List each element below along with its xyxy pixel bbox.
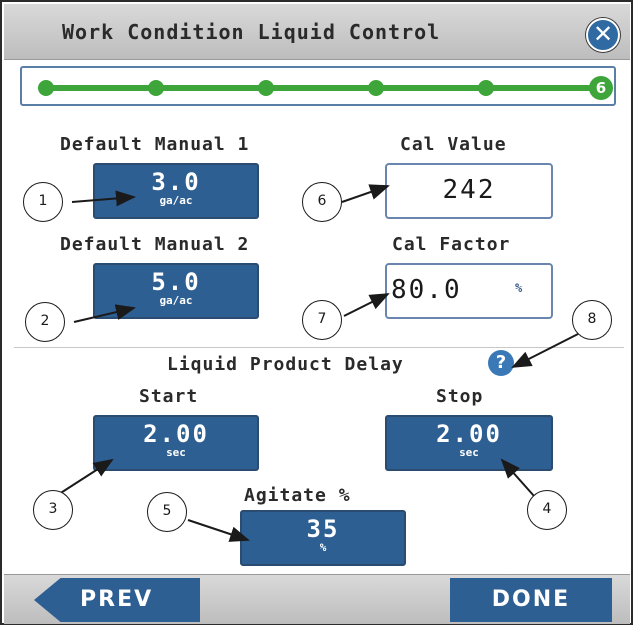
stop-unit: sec — [459, 446, 479, 459]
cal-value-value: 242 — [442, 175, 496, 205]
progress-step-5[interactable] — [478, 80, 494, 96]
title-bar: Work Condition Liquid Control ✕ — [4, 4, 630, 60]
window-title: Work Condition Liquid Control — [62, 20, 441, 44]
start-value: 2.00 — [143, 420, 209, 448]
step-progress-bar: 6 — [20, 66, 616, 106]
start-label: Start — [139, 386, 199, 407]
close-icon: ✕ — [592, 20, 614, 48]
liquid-product-delay-heading: Liquid Product Delay — [167, 354, 404, 375]
progress-step-current[interactable]: 6 — [589, 76, 613, 100]
progress-step-4[interactable] — [368, 80, 384, 96]
section-divider — [14, 347, 624, 348]
cal-factor-label: Cal Factor — [392, 234, 511, 255]
default-manual-1-value: 3.0 — [151, 168, 201, 196]
start-unit: sec — [166, 446, 186, 459]
start-delay-button[interactable]: 2.00 sec — [93, 415, 259, 471]
stop-label: Stop — [436, 386, 484, 407]
done-button[interactable]: DONE — [450, 578, 612, 622]
default-manual-1-button[interactable]: 3.0 ga/ac — [93, 163, 259, 219]
cal-factor-field[interactable]: 80.0 % — [385, 263, 553, 319]
default-manual-2-unit: ga/ac — [159, 294, 193, 307]
prev-button[interactable]: PREV — [34, 578, 200, 622]
default-manual-1-label: Default Manual 1 — [60, 134, 250, 155]
progress-step-1[interactable] — [38, 80, 54, 96]
close-button[interactable]: ✕ — [586, 18, 620, 52]
agitate-unit: % — [319, 541, 327, 554]
default-manual-2-label: Default Manual 2 — [60, 234, 250, 255]
question-icon[interactable]: ? — [488, 350, 514, 376]
cal-value-label: Cal Value — [400, 134, 507, 155]
default-manual-2-value: 5.0 — [151, 268, 201, 296]
dialog-window: Work Condition Liquid Control ✕ 6 Defaul… — [0, 0, 633, 625]
cal-factor-unit: % — [515, 281, 523, 295]
agitate-button[interactable]: 35 % — [240, 510, 406, 566]
footer-bar: PREV DONE — [4, 574, 630, 624]
progress-step-3[interactable] — [258, 80, 274, 96]
callout-4: 4 — [527, 490, 567, 530]
agitate-label: Agitate % — [244, 485, 351, 506]
progress-track — [48, 85, 596, 91]
callout-6: 6 — [302, 182, 342, 222]
callout-5: 5 — [147, 492, 187, 532]
cal-value-field[interactable]: 242 — [385, 163, 553, 219]
callout-1: 1 — [23, 182, 63, 222]
stop-delay-button[interactable]: 2.00 sec — [385, 415, 553, 471]
progress-step-2[interactable] — [148, 80, 164, 96]
stop-value: 2.00 — [436, 420, 502, 448]
default-manual-1-unit: ga/ac — [159, 194, 193, 207]
cal-factor-value: 80.0 — [391, 275, 462, 305]
callout-3: 3 — [33, 490, 73, 530]
agitate-value: 35 — [306, 515, 340, 543]
callout-7: 7 — [302, 300, 342, 340]
default-manual-2-button[interactable]: 5.0 ga/ac — [93, 263, 259, 319]
callout-8: 8 — [572, 300, 612, 340]
callout-2: 2 — [25, 302, 65, 342]
